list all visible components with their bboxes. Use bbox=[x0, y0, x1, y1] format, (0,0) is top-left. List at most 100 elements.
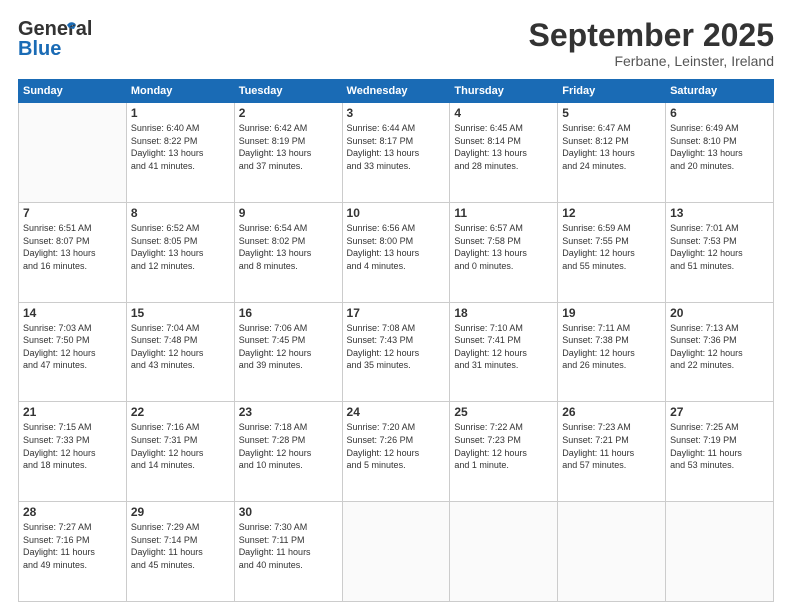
day-info: Sunrise: 7:06 AM Sunset: 7:45 PM Dayligh… bbox=[239, 322, 338, 372]
col-header-sunday: Sunday bbox=[19, 80, 127, 103]
day-info: Sunrise: 6:51 AM Sunset: 8:07 PM Dayligh… bbox=[23, 222, 122, 272]
calendar-cell: 20 Sunrise: 7:13 AM Sunset: 7:36 PM Dayli… bbox=[666, 302, 774, 402]
day-number: 23 bbox=[239, 405, 338, 419]
week-row-3: 21 Sunrise: 7:15 AM Sunset: 7:33 PM Dayli… bbox=[19, 402, 774, 502]
day-number: 17 bbox=[347, 306, 446, 320]
day-number: 29 bbox=[131, 505, 230, 519]
calendar-cell: 21 Sunrise: 7:15 AM Sunset: 7:33 PM Dayli… bbox=[19, 402, 127, 502]
day-number: 15 bbox=[131, 306, 230, 320]
day-info: Sunrise: 7:10 AM Sunset: 7:41 PM Dayligh… bbox=[454, 322, 553, 372]
calendar-cell: 15 Sunrise: 7:04 AM Sunset: 7:48 PM Dayli… bbox=[126, 302, 234, 402]
day-info: Sunrise: 7:20 AM Sunset: 7:26 PM Dayligh… bbox=[347, 421, 446, 471]
day-info: Sunrise: 7:04 AM Sunset: 7:48 PM Dayligh… bbox=[131, 322, 230, 372]
day-info: Sunrise: 6:47 AM Sunset: 8:12 PM Dayligh… bbox=[562, 122, 661, 172]
title-block: September 2025 Ferbane, Leinster, Irelan… bbox=[529, 18, 774, 69]
week-row-4: 28Sunrise: 7:27 AM Sunset: 7:16 PM Dayli… bbox=[19, 502, 774, 602]
day-number: 16 bbox=[239, 306, 338, 320]
week-row-2: 14 Sunrise: 7:03 AM Sunset: 7:50 PM Dayli… bbox=[19, 302, 774, 402]
calendar-cell bbox=[19, 103, 127, 203]
calendar-cell: 28Sunrise: 7:27 AM Sunset: 7:16 PM Dayli… bbox=[19, 502, 127, 602]
calendar-cell: 22 Sunrise: 7:16 AM Sunset: 7:31 PM Dayli… bbox=[126, 402, 234, 502]
calendar-cell: 29 Sunrise: 7:29 AM Sunset: 7:14 PM Dayli… bbox=[126, 502, 234, 602]
month-title: September 2025 bbox=[529, 18, 774, 53]
week-row-1: 7 Sunrise: 6:51 AM Sunset: 8:07 PM Daylig… bbox=[19, 202, 774, 302]
calendar-cell: 6 Sunrise: 6:49 AM Sunset: 8:10 PM Daylig… bbox=[666, 103, 774, 203]
calendar-cell: 27 Sunrise: 7:25 AM Sunset: 7:19 PM Dayli… bbox=[666, 402, 774, 502]
location: Ferbane, Leinster, Ireland bbox=[529, 53, 774, 69]
calendar-cell: 19 Sunrise: 7:11 AM Sunset: 7:38 PM Dayli… bbox=[558, 302, 666, 402]
day-number: 11 bbox=[454, 206, 553, 220]
calendar-cell bbox=[342, 502, 450, 602]
day-number: 14 bbox=[23, 306, 122, 320]
logo: General Blue bbox=[18, 18, 70, 60]
day-number: 9 bbox=[239, 206, 338, 220]
calendar-cell: 14 Sunrise: 7:03 AM Sunset: 7:50 PM Dayli… bbox=[19, 302, 127, 402]
logo-bird-icon bbox=[60, 20, 78, 38]
col-header-friday: Friday bbox=[558, 80, 666, 103]
day-number: 21 bbox=[23, 405, 122, 419]
day-info: Sunrise: 7:03 AM Sunset: 7:50 PM Dayligh… bbox=[23, 322, 122, 372]
calendar-cell: 17Sunrise: 7:08 AM Sunset: 7:43 PM Dayli… bbox=[342, 302, 450, 402]
week-row-0: 1Sunrise: 6:40 AM Sunset: 8:22 PM Daylig… bbox=[19, 103, 774, 203]
day-info: Sunrise: 7:11 AM Sunset: 7:38 PM Dayligh… bbox=[562, 322, 661, 372]
calendar-cell: 25Sunrise: 7:22 AM Sunset: 7:23 PM Dayli… bbox=[450, 402, 558, 502]
day-number: 4 bbox=[454, 106, 553, 120]
day-number: 27 bbox=[670, 405, 769, 419]
col-header-saturday: Saturday bbox=[666, 80, 774, 103]
day-info: Sunrise: 7:01 AM Sunset: 7:53 PM Dayligh… bbox=[670, 222, 769, 272]
day-info: Sunrise: 6:59 AM Sunset: 7:55 PM Dayligh… bbox=[562, 222, 661, 272]
day-info: Sunrise: 6:45 AM Sunset: 8:14 PM Dayligh… bbox=[454, 122, 553, 172]
calendar-cell: 30Sunrise: 7:30 AM Sunset: 7:11 PM Dayli… bbox=[234, 502, 342, 602]
calendar-cell: 10 Sunrise: 6:56 AM Sunset: 8:00 PM Dayli… bbox=[342, 202, 450, 302]
col-header-wednesday: Wednesday bbox=[342, 80, 450, 103]
calendar-cell: 1Sunrise: 6:40 AM Sunset: 8:22 PM Daylig… bbox=[126, 103, 234, 203]
day-info: Sunrise: 6:56 AM Sunset: 8:00 PM Dayligh… bbox=[347, 222, 446, 272]
day-info: Sunrise: 6:52 AM Sunset: 8:05 PM Dayligh… bbox=[131, 222, 230, 272]
calendar-cell: 5Sunrise: 6:47 AM Sunset: 8:12 PM Daylig… bbox=[558, 103, 666, 203]
day-info: Sunrise: 7:16 AM Sunset: 7:31 PM Dayligh… bbox=[131, 421, 230, 471]
calendar-cell bbox=[450, 502, 558, 602]
calendar-cell: 3 Sunrise: 6:44 AM Sunset: 8:17 PM Daylig… bbox=[342, 103, 450, 203]
day-info: Sunrise: 7:30 AM Sunset: 7:11 PM Dayligh… bbox=[239, 521, 338, 571]
day-number: 19 bbox=[562, 306, 661, 320]
calendar-cell: 12 Sunrise: 6:59 AM Sunset: 7:55 PM Dayli… bbox=[558, 202, 666, 302]
calendar-cell: 24 Sunrise: 7:20 AM Sunset: 7:26 PM Dayli… bbox=[342, 402, 450, 502]
day-info: Sunrise: 6:49 AM Sunset: 8:10 PM Dayligh… bbox=[670, 122, 769, 172]
day-number: 25 bbox=[454, 405, 553, 419]
day-number: 26 bbox=[562, 405, 661, 419]
day-info: Sunrise: 7:23 AM Sunset: 7:21 PM Dayligh… bbox=[562, 421, 661, 471]
logo-blue: Blue bbox=[18, 38, 61, 61]
day-number: 24 bbox=[347, 405, 446, 419]
day-number: 6 bbox=[670, 106, 769, 120]
day-info: Sunrise: 7:15 AM Sunset: 7:33 PM Dayligh… bbox=[23, 421, 122, 471]
day-number: 8 bbox=[131, 206, 230, 220]
day-info: Sunrise: 7:13 AM Sunset: 7:36 PM Dayligh… bbox=[670, 322, 769, 372]
day-info: Sunrise: 6:57 AM Sunset: 7:58 PM Dayligh… bbox=[454, 222, 553, 272]
day-info: Sunrise: 6:54 AM Sunset: 8:02 PM Dayligh… bbox=[239, 222, 338, 272]
col-header-monday: Monday bbox=[126, 80, 234, 103]
day-number: 3 bbox=[347, 106, 446, 120]
day-number: 13 bbox=[670, 206, 769, 220]
day-number: 12 bbox=[562, 206, 661, 220]
day-info: Sunrise: 7:29 AM Sunset: 7:14 PM Dayligh… bbox=[131, 521, 230, 571]
calendar-cell: 26 Sunrise: 7:23 AM Sunset: 7:21 PM Dayli… bbox=[558, 402, 666, 502]
calendar-cell: 16 Sunrise: 7:06 AM Sunset: 7:45 PM Dayli… bbox=[234, 302, 342, 402]
day-number: 20 bbox=[670, 306, 769, 320]
calendar-cell: 7 Sunrise: 6:51 AM Sunset: 8:07 PM Daylig… bbox=[19, 202, 127, 302]
calendar-cell bbox=[558, 502, 666, 602]
day-info: Sunrise: 6:42 AM Sunset: 8:19 PM Dayligh… bbox=[239, 122, 338, 172]
day-number: 28 bbox=[23, 505, 122, 519]
col-header-tuesday: Tuesday bbox=[234, 80, 342, 103]
day-number: 7 bbox=[23, 206, 122, 220]
day-info: Sunrise: 7:25 AM Sunset: 7:19 PM Dayligh… bbox=[670, 421, 769, 471]
calendar-table: SundayMondayTuesdayWednesdayThursdayFrid… bbox=[18, 79, 774, 602]
day-number: 10 bbox=[347, 206, 446, 220]
day-number: 22 bbox=[131, 405, 230, 419]
day-number: 2 bbox=[239, 106, 338, 120]
calendar-cell: 23Sunrise: 7:18 AM Sunset: 7:28 PM Dayli… bbox=[234, 402, 342, 502]
calendar-cell: 9 Sunrise: 6:54 AM Sunset: 8:02 PM Daylig… bbox=[234, 202, 342, 302]
page: General Blue September 2025 Ferbane, Lei… bbox=[0, 0, 792, 612]
header: General Blue September 2025 Ferbane, Lei… bbox=[18, 18, 774, 69]
day-info: Sunrise: 6:44 AM Sunset: 8:17 PM Dayligh… bbox=[347, 122, 446, 172]
calendar-cell bbox=[666, 502, 774, 602]
